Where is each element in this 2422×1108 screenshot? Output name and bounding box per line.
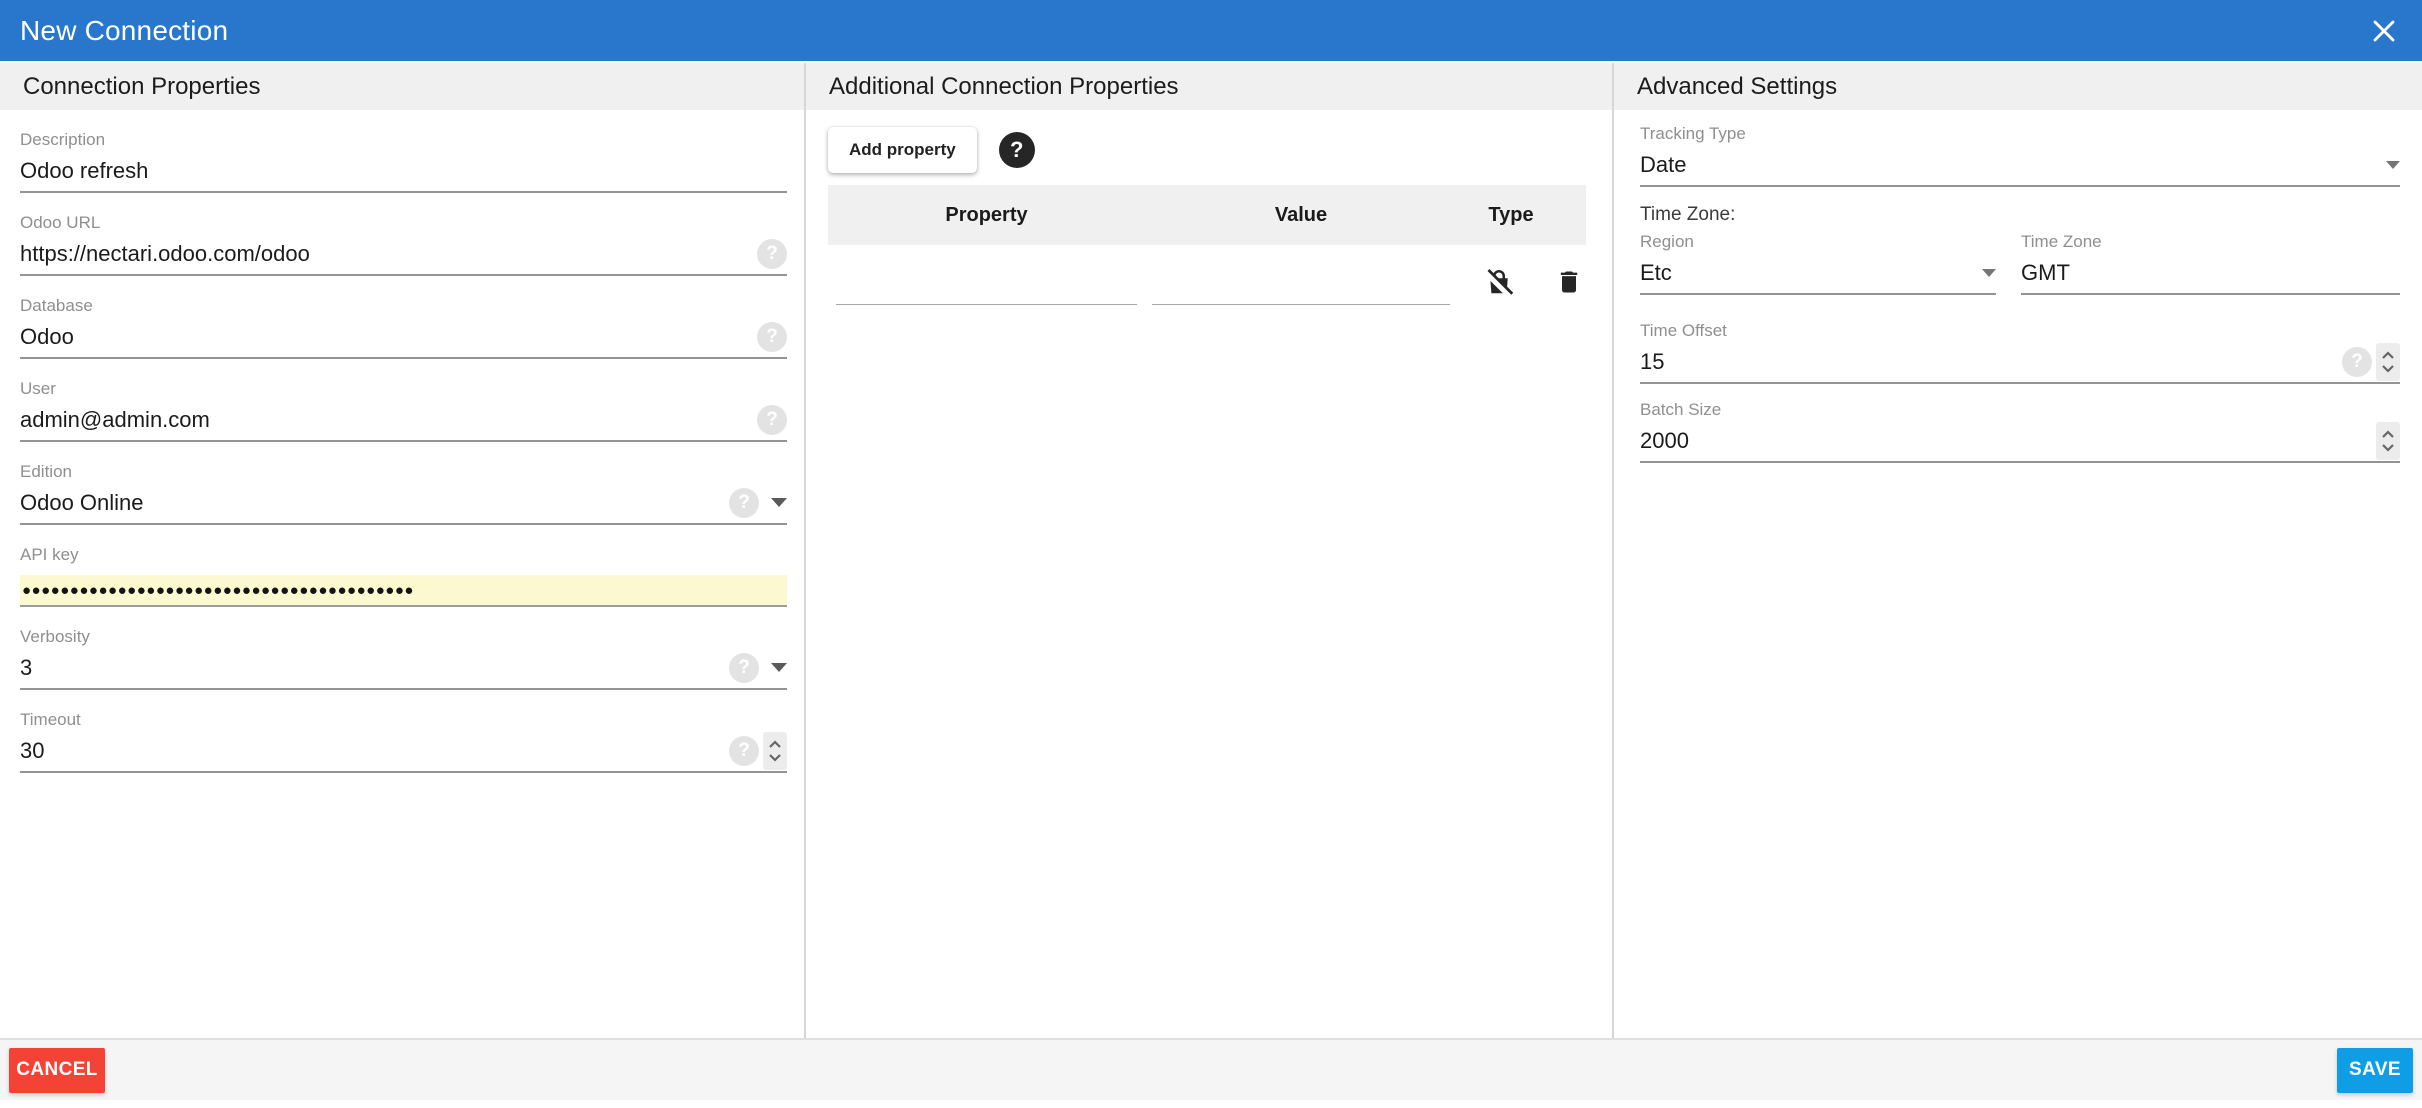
advanced-settings-header: Advanced Settings xyxy=(1614,63,2422,110)
number-stepper[interactable] xyxy=(2376,343,2400,381)
odoo-url-value: https://nectari.odoo.com/odoo xyxy=(20,241,757,267)
dialog-title: New Connection xyxy=(20,15,228,47)
cancel-button[interactable]: CANCEL xyxy=(9,1048,105,1093)
field-odoo-url: Odoo URL https://nectari.odoo.com/odoo ? xyxy=(20,193,787,276)
time-offset-value: 15 xyxy=(1640,349,2342,375)
timeout-input[interactable]: 30 ? xyxy=(20,730,787,773)
connection-properties-header: Connection Properties xyxy=(0,63,804,110)
help-icon[interactable]: ? xyxy=(729,653,759,683)
description-value: Odoo refresh xyxy=(20,158,787,184)
verbosity-label: Verbosity xyxy=(20,627,787,647)
api-key-masked-value: ●●●●●●●●●●●●●●●●●●●●●●●●●●●●●●●●●●●●●●●●… xyxy=(20,582,787,599)
field-edition: Edition Odoo Online ? xyxy=(20,442,787,525)
dialog-titlebar: New Connection xyxy=(0,0,2422,61)
description-input[interactable]: Odoo refresh xyxy=(20,150,787,193)
properties-table-header: Property Value Type xyxy=(828,185,1586,245)
api-key-input[interactable]: ●●●●●●●●●●●●●●●●●●●●●●●●●●●●●●●●●●●●●●●●… xyxy=(20,575,787,607)
type-toggle-button[interactable] xyxy=(1484,267,1514,297)
stepper-arrows-icon xyxy=(2380,427,2396,455)
bottom-margin xyxy=(0,1100,2422,1108)
trash-icon xyxy=(1555,268,1583,296)
time-offset-label: Time Offset xyxy=(1640,321,2400,341)
field-tracking-type: Tracking Type Date xyxy=(1640,110,2400,187)
additional-properties-header: Additional Connection Properties xyxy=(806,63,1612,110)
number-stepper[interactable] xyxy=(763,732,787,770)
save-button[interactable]: SAVE xyxy=(2337,1048,2413,1093)
odoo-url-input[interactable]: https://nectari.odoo.com/odoo ? xyxy=(20,233,787,276)
tracking-type-select[interactable]: Date xyxy=(1640,144,2400,187)
field-verbosity: Verbosity 3 ? xyxy=(20,607,787,690)
property-name-input[interactable] xyxy=(836,273,1137,305)
timeout-value: 30 xyxy=(20,738,729,764)
chevron-down-icon[interactable] xyxy=(2386,161,2400,169)
chevron-down-icon[interactable] xyxy=(1982,269,1996,277)
user-input[interactable]: admin@admin.com ? xyxy=(20,399,787,442)
help-icon[interactable]: ? xyxy=(729,488,759,518)
edition-label: Edition xyxy=(20,462,787,482)
help-icon[interactable]: ? xyxy=(729,736,759,766)
region-select[interactable]: Etc xyxy=(1640,252,1996,295)
stepper-arrows-icon xyxy=(2380,348,2396,376)
time-zone-input[interactable]: GMT xyxy=(2021,252,2400,295)
region-label: Region xyxy=(1640,232,1996,252)
time-zone-group-label: Time Zone: xyxy=(1640,203,2400,226)
field-api-key: API key ●●●●●●●●●●●●●●●●●●●●●●●●●●●●●●●●… xyxy=(20,525,787,607)
connection-properties-panel: Connection Properties Description Odoo r… xyxy=(0,63,806,1038)
property-value-input[interactable] xyxy=(1152,273,1450,305)
number-stepper[interactable] xyxy=(2376,422,2400,460)
stepper-arrows-icon xyxy=(767,737,783,765)
field-user: User admin@admin.com ? xyxy=(20,359,787,442)
add-property-button[interactable]: Add property xyxy=(828,127,977,173)
column-header-type: Type xyxy=(1456,204,1566,227)
user-label: User xyxy=(20,379,787,399)
help-icon[interactable]: ? xyxy=(757,322,787,352)
table-row xyxy=(828,245,1586,319)
help-icon[interactable]: ? xyxy=(757,405,787,435)
label-off-icon xyxy=(1484,267,1514,297)
batch-size-value: 2000 xyxy=(1640,428,2372,454)
database-label: Database xyxy=(20,296,787,316)
field-region: Region Etc xyxy=(1640,232,1996,295)
advanced-settings-panel: Advanced Settings Tracking Type Date Tim… xyxy=(1614,63,2422,1038)
help-icon-dark[interactable]: ? xyxy=(999,132,1035,168)
api-key-label: API key xyxy=(20,545,787,565)
help-icon[interactable]: ? xyxy=(2342,347,2372,377)
delete-row-button[interactable] xyxy=(1554,267,1584,297)
help-icon[interactable]: ? xyxy=(757,239,787,269)
new-connection-dialog: New Connection Connection Properties Des… xyxy=(0,0,2422,1108)
tracking-type-label: Tracking Type xyxy=(1640,124,2400,144)
field-database: Database Odoo ? xyxy=(20,276,787,359)
database-input[interactable]: Odoo ? xyxy=(20,316,787,359)
column-header-property: Property xyxy=(836,204,1137,227)
time-offset-input[interactable]: 15 ? xyxy=(1640,341,2400,384)
edition-value: Odoo Online xyxy=(20,490,729,516)
region-value: Etc xyxy=(1640,260,1970,286)
odoo-url-label: Odoo URL xyxy=(20,213,787,233)
verbosity-select[interactable]: 3 ? xyxy=(20,647,787,690)
timeout-label: Timeout xyxy=(20,710,787,730)
batch-size-input[interactable]: 2000 xyxy=(1640,420,2400,463)
field-description: Description Odoo refresh xyxy=(20,110,787,193)
edition-select[interactable]: Odoo Online ? xyxy=(20,482,787,525)
additional-properties-panel: Additional Connection Properties Add pro… xyxy=(806,63,1614,1038)
user-value: admin@admin.com xyxy=(20,407,757,433)
database-value: Odoo xyxy=(20,324,757,350)
field-timeout: Timeout 30 ? xyxy=(20,690,787,773)
dialog-footer: CANCEL SAVE xyxy=(0,1038,2422,1100)
batch-size-label: Batch Size xyxy=(1640,400,2400,420)
close-icon xyxy=(2371,18,2397,44)
time-zone-label: Time Zone xyxy=(2021,232,2400,252)
verbosity-value: 3 xyxy=(20,655,729,681)
description-label: Description xyxy=(20,130,787,150)
chevron-down-icon[interactable] xyxy=(771,663,787,672)
field-time-offset: Time Offset 15 ? xyxy=(1640,295,2400,384)
properties-table: Property Value Type xyxy=(828,185,1586,319)
field-batch-size: Batch Size 2000 xyxy=(1640,384,2400,463)
time-zone-value: GMT xyxy=(2021,260,2400,286)
field-time-zone: Time Zone GMT xyxy=(2021,232,2400,295)
chevron-down-icon[interactable] xyxy=(771,498,787,507)
close-button[interactable] xyxy=(2366,13,2402,49)
tracking-type-value: Date xyxy=(1640,152,2374,178)
column-header-value: Value xyxy=(1152,204,1450,227)
